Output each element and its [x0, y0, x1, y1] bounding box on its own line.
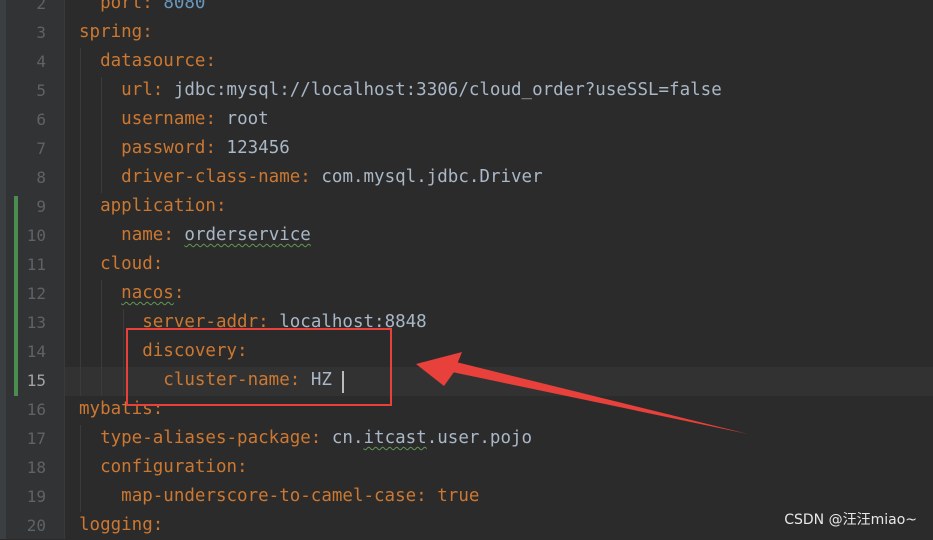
annotation-arrow	[416, 352, 748, 434]
csdn-watermark: CSDN @汪汪miao~	[784, 512, 917, 528]
arrow-shaft	[452, 362, 748, 434]
arrow-head	[416, 352, 462, 386]
